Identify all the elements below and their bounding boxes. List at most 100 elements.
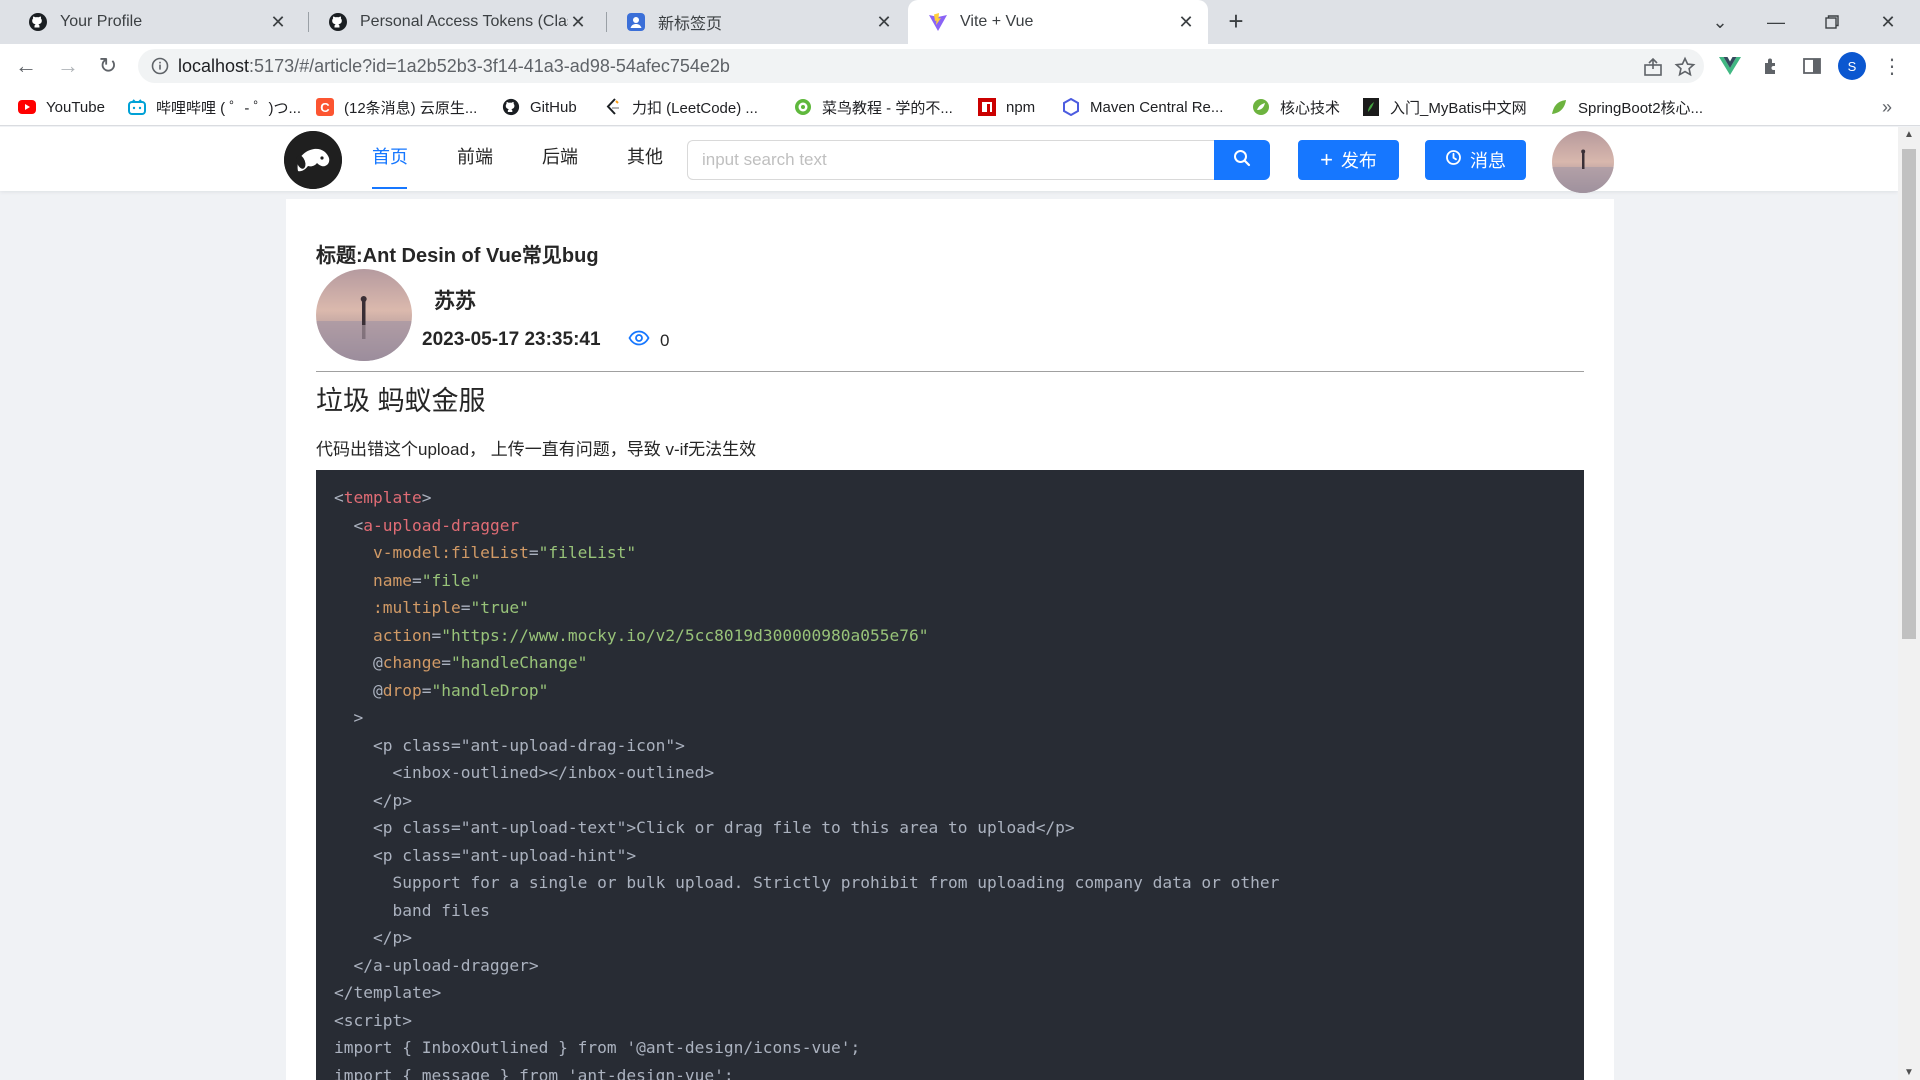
runoob-icon bbox=[794, 98, 812, 116]
code-token: "file" bbox=[421, 570, 481, 590]
view-count-value: 0 bbox=[660, 330, 670, 350]
bookmark-leetcode[interactable]: 力扣 (LeetCode) ... bbox=[604, 96, 758, 118]
code-token: = bbox=[441, 653, 451, 672]
publish-button[interactable]: + 发布 bbox=[1298, 140, 1399, 180]
code-token: <p class="ant-upload-hint"> bbox=[334, 845, 637, 865]
tab-search-icon[interactable]: ⌄ bbox=[1692, 0, 1748, 44]
youtube-icon bbox=[18, 98, 36, 116]
code-token: action bbox=[372, 625, 432, 645]
code-line: name="file" bbox=[334, 567, 1566, 595]
bookmark-label: npm bbox=[1006, 98, 1036, 116]
code-line: > bbox=[334, 704, 1566, 732]
springboot-icon bbox=[1550, 98, 1568, 116]
nav-frontend[interactable]: 前端 bbox=[457, 143, 493, 169]
close-window-button[interactable]: ✕ bbox=[1860, 0, 1916, 44]
search-input[interactable]: input search text bbox=[687, 140, 1215, 180]
extensions-icon[interactable] bbox=[1760, 54, 1784, 78]
close-icon[interactable]: ✕ bbox=[568, 12, 588, 33]
github-icon bbox=[328, 12, 348, 32]
nav-home[interactable]: 首页 bbox=[372, 143, 408, 169]
code-line: </a-upload-dragger> bbox=[334, 952, 1566, 980]
bookmark-label: 菜鸟教程 - 学的不... bbox=[822, 99, 953, 117]
code-token: :multiple bbox=[372, 598, 461, 617]
browser-tab-new-tab[interactable]: 新标签页 ✕ bbox=[606, 0, 906, 44]
bookmark-csdn[interactable]: C (12条消息) 云原生... bbox=[316, 96, 477, 118]
code-line: <p class="ant-upload-text">Click or drag… bbox=[334, 814, 1566, 842]
bookmark-github[interactable]: GitHub bbox=[502, 96, 577, 118]
tab-title: Your Profile bbox=[60, 13, 143, 30]
close-icon[interactable]: ✕ bbox=[268, 12, 288, 33]
reload-button[interactable]: ↻ bbox=[92, 50, 124, 82]
bookmark-runoob[interactable]: 菜鸟教程 - 学的不... bbox=[794, 96, 953, 118]
new-tab-button[interactable]: + bbox=[1220, 6, 1252, 38]
address-bar[interactable]: localhost:5173/#/article?id=1a2b52b3-3f1… bbox=[138, 49, 1704, 83]
code-token: name bbox=[372, 570, 412, 590]
code-line: </p> bbox=[334, 924, 1566, 952]
bookmark-bilibili[interactable]: 哔哩哔哩 ( ゜- ゜)つ... bbox=[128, 96, 301, 118]
code-token: = bbox=[528, 543, 539, 562]
minimize-button[interactable]: — bbox=[1748, 0, 1804, 44]
site-info-icon[interactable] bbox=[150, 56, 170, 76]
bookmark-label: YouTube bbox=[46, 98, 105, 116]
code-token: import { message } from 'ant-design-vue'… bbox=[334, 1065, 734, 1080]
browser-tab-tokens[interactable]: Personal Access Tokens (Classic) ✕ bbox=[308, 0, 600, 44]
header-divider bbox=[316, 371, 1584, 372]
url-text: localhost:5173/#/article?id=1a2b52b3-3f1… bbox=[178, 56, 730, 77]
chrome-menu-icon[interactable]: ⋮ bbox=[1880, 54, 1904, 78]
bookmark-youtube[interactable]: YouTube bbox=[18, 96, 105, 118]
side-panel-icon[interactable] bbox=[1800, 54, 1824, 78]
code-token: <inbox-outlined></inbox-outlined> bbox=[334, 763, 715, 782]
nav-other[interactable]: 其他 bbox=[627, 143, 663, 169]
bookmark-star-icon[interactable] bbox=[1674, 56, 1696, 78]
nav-backend[interactable]: 后端 bbox=[542, 143, 578, 169]
author-avatar[interactable] bbox=[316, 269, 412, 361]
bookmark-mybatis[interactable]: 入门_MyBatis中文网 bbox=[1362, 96, 1527, 118]
code-token: @ bbox=[334, 653, 383, 672]
page-viewport: 首页 前端 后端 其他 input search text + 发布 消息 标题… bbox=[0, 127, 1898, 1080]
code-token: change bbox=[382, 653, 442, 672]
restore-button[interactable] bbox=[1804, 0, 1860, 44]
close-icon[interactable]: ✕ bbox=[874, 12, 894, 33]
mybatis-icon bbox=[1362, 98, 1380, 116]
code-token: </a-upload-dragger> bbox=[334, 955, 539, 975]
code-token: "true" bbox=[470, 598, 529, 617]
bookmark-label: (12条消息) 云原生... bbox=[344, 99, 478, 117]
article-title: 标题:Ant Desin of Vue常见bug bbox=[316, 245, 599, 267]
code-token: band files bbox=[334, 900, 490, 920]
share-icon[interactable] bbox=[1642, 56, 1664, 78]
nav-active-indicator bbox=[372, 187, 407, 189]
code-token: import { InboxOutlined } from '@ant-desi… bbox=[334, 1038, 861, 1057]
bookmarks-bar: YouTube 哔哩哔哩 ( ゜- ゜)つ... C (12条消息) 云原生..… bbox=[0, 88, 1920, 126]
profile-avatar[interactable]: S bbox=[1838, 52, 1866, 80]
bookmarks-overflow-button[interactable]: » bbox=[1882, 96, 1892, 118]
code-token: v-model:fileList bbox=[372, 543, 529, 562]
scroll-up-arrow[interactable]: ▲ bbox=[1903, 129, 1915, 140]
code-token: </p> bbox=[334, 928, 412, 947]
code-line: <inbox-outlined></inbox-outlined> bbox=[334, 759, 1566, 787]
code-token: a-upload-dragger bbox=[363, 515, 520, 535]
bookmark-spring[interactable]: 核心技术 bbox=[1252, 96, 1340, 118]
bookmark-maven[interactable]: Maven Central Re... bbox=[1062, 96, 1223, 118]
browser-tab-your-profile[interactable]: Your Profile ✕ bbox=[8, 0, 300, 44]
forward-button[interactable]: → bbox=[52, 50, 84, 82]
user-avatar[interactable] bbox=[1552, 131, 1614, 193]
code-token: "https://www.mocky.io/v2/5cc8019d3000009… bbox=[441, 625, 929, 645]
page-scrollbar[interactable]: ▲ ▼ bbox=[1898, 127, 1920, 1080]
vue-devtools-icon[interactable] bbox=[1718, 54, 1742, 78]
code-line: import { message } from 'ant-design-vue'… bbox=[334, 1062, 1566, 1080]
back-button[interactable]: ← bbox=[10, 50, 42, 82]
bookmark-npm[interactable]: npm bbox=[978, 96, 1035, 118]
scroll-down-arrow[interactable]: ▼ bbox=[1903, 1067, 1915, 1078]
code-token: "handleDrop" bbox=[431, 680, 549, 700]
site-logo[interactable] bbox=[284, 131, 342, 189]
bookmark-springboot[interactable]: SpringBoot2核心... bbox=[1550, 96, 1703, 118]
code-token: template bbox=[343, 488, 422, 507]
browser-tab-vite-vue[interactable]: Vite + Vue ✕ bbox=[908, 0, 1208, 44]
scrollbar-thumb[interactable] bbox=[1902, 149, 1916, 639]
search-button[interactable] bbox=[1214, 140, 1270, 180]
code-line: </p> bbox=[334, 787, 1566, 815]
close-icon[interactable]: ✕ bbox=[1176, 12, 1196, 33]
messages-button[interactable]: 消息 bbox=[1425, 140, 1526, 180]
